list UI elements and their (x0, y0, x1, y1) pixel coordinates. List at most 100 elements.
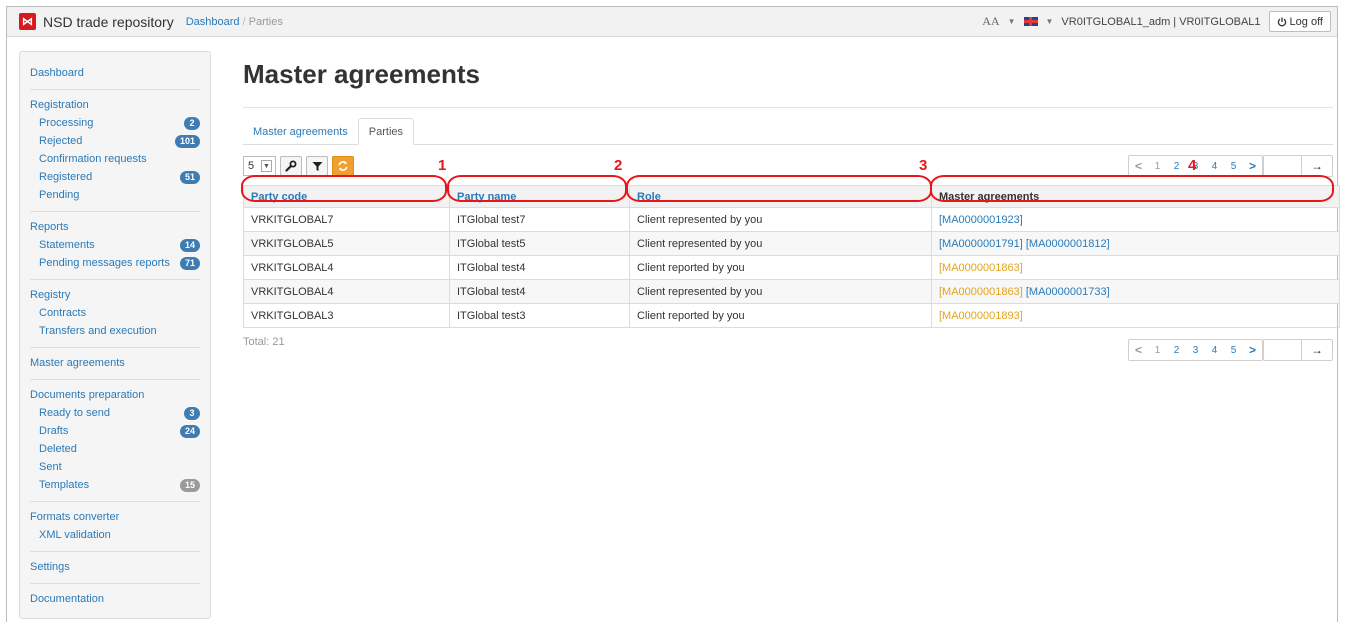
wrench-icon (285, 160, 297, 172)
prev-page-button[interactable]: < (1129, 340, 1148, 360)
cell-master-agreements: [MA0000001893] (931, 303, 1340, 328)
sidebar-item-statements[interactable]: Statements 14 (30, 236, 200, 254)
cell-party-code: VRKITGLOBAL7 (243, 207, 450, 232)
sidebar-item-pending-messages-reports[interactable]: Pending messages reports 71 (30, 254, 200, 272)
sidebar-item-label: Formats converter (30, 511, 120, 523)
sidebar-item-dashboard[interactable]: Dashboard (30, 64, 200, 82)
annotation-ellipse-party-name (447, 175, 627, 202)
sidebar-item-drafts[interactable]: Drafts 24 (30, 422, 200, 440)
nsd-logo-icon[interactable]: ⋈ (19, 13, 36, 30)
page-button[interactable]: 5 (1224, 156, 1243, 176)
table-row[interactable]: VRKITGLOBAL5 ITGlobal test5 Client represe… (243, 231, 1340, 256)
columns-settings-button[interactable] (280, 156, 302, 176)
master-agreement-link[interactable]: [MA0000001863] (939, 286, 1023, 298)
font-size-icon[interactable]: AA (982, 14, 999, 29)
page-button[interactable]: 1 (1148, 340, 1167, 360)
goto-page-input[interactable] (1264, 156, 1302, 176)
sidebar-item-ready-to-send[interactable]: Ready to send 3 (30, 404, 200, 422)
next-page-button[interactable]: > (1243, 156, 1262, 176)
sidebar-item-formats-converter[interactable]: Formats converter (30, 508, 200, 526)
sidebar-item-transfers-and-execution[interactable]: Transfers and execution (30, 322, 200, 340)
uk-flag-icon[interactable] (1023, 17, 1038, 26)
sidebar-group: Reports Statements 14 Pending messages repo… (30, 212, 200, 280)
cell-role: Client represented by you (629, 207, 932, 232)
sidebar-item-reports[interactable]: Reports (30, 218, 200, 236)
sidebar-group: Registration Processing 2 Rejected 101 Confir… (30, 90, 200, 212)
sidebar-item-label: Registry (30, 289, 71, 301)
page-button[interactable]: 2 (1167, 340, 1186, 360)
sidebar-item-registry[interactable]: Registry (30, 286, 200, 304)
cell-master-agreements: [MA0000001791] [MA0000001812] (931, 231, 1340, 256)
brand-title[interactable]: NSD trade repository (43, 14, 174, 30)
sidebar-item-label: XML validation (39, 529, 111, 541)
sidebar-item-documents-preparation[interactable]: Documents preparation (30, 386, 200, 404)
power-icon (1277, 17, 1286, 26)
page-button[interactable]: 5 (1224, 340, 1243, 360)
goto-page: → (1263, 155, 1333, 177)
master-agreement-link[interactable]: [MA0000001893] (939, 310, 1023, 322)
cell-party-name: ITGlobal test5 (449, 231, 630, 256)
page-title: Master agreements (243, 59, 480, 89)
chevron-down-icon[interactable]: ▼ (1046, 17, 1054, 26)
page-button[interactable]: 1 (1148, 156, 1167, 176)
count-badge: 24 (179, 424, 200, 438)
table-row[interactable]: VRKITGLOBAL4 ITGlobal test4 Client represe… (243, 279, 1340, 304)
sidebar-item-pending[interactable]: Pending (30, 186, 200, 204)
sidebar-item-contracts[interactable]: Contracts (30, 304, 200, 322)
sidebar-item-rejected[interactable]: Rejected 101 (30, 132, 200, 150)
table-row[interactable]: VRKITGLOBAL7 ITGlobal test7 Client represe… (243, 207, 1340, 232)
goto-page-button[interactable]: → (1302, 340, 1332, 360)
sidebar-item-label: Pending messages reports (39, 257, 170, 269)
sidebar-item-sent[interactable]: Sent (30, 458, 200, 476)
sidebar-item-label: Pending (39, 189, 80, 201)
sidebar-item-settings[interactable]: Settings (30, 558, 200, 576)
title-divider (243, 107, 1333, 108)
master-agreement-link[interactable]: [MA0000001733] (1026, 286, 1110, 298)
page-button[interactable]: 4 (1205, 156, 1224, 176)
count-badge: 14 (179, 238, 200, 252)
cell-party-name: ITGlobal test7 (449, 207, 630, 232)
sidebar-item-confirmation-requests[interactable]: Confirmation requests (30, 150, 200, 168)
master-agreement-link[interactable]: [MA0000001791] (939, 238, 1023, 250)
next-page-button[interactable]: > (1243, 340, 1262, 360)
page-button[interactable]: 3 (1186, 340, 1205, 360)
goto-page-button[interactable]: → (1302, 156, 1332, 176)
count-badge: 2 (184, 116, 200, 130)
sidebar-group: Master agreements (30, 348, 200, 380)
tab-parties[interactable]: Parties (357, 118, 415, 145)
sidebar-item-label: Dashboard (30, 67, 84, 79)
master-agreement-link[interactable]: [MA0000001812] (1026, 238, 1110, 250)
table-row[interactable]: VRKITGLOBAL3 ITGlobal test3 Client reporte… (243, 303, 1340, 328)
master-agreement-link[interactable]: [MA0000001863] (939, 262, 1023, 274)
sidebar-item-templates[interactable]: Templates 15 (30, 476, 200, 494)
count-badge: 3 (184, 406, 200, 420)
cell-party-code: VRKITGLOBAL4 (243, 279, 450, 304)
breadcrumb-dashboard-link[interactable]: Dashboard (186, 16, 240, 28)
filter-button[interactable] (306, 156, 328, 176)
page-size-select[interactable]: 5 ▼ (243, 156, 276, 176)
sidebar-item-registered[interactable]: Registered 51 (30, 168, 200, 186)
page-button[interactable]: 2 (1167, 156, 1186, 176)
tab-master-agreements[interactable]: Master agreements (243, 118, 358, 145)
sidebar-item-documentation[interactable]: Documentation (30, 590, 200, 608)
sidebar-item-label: Settings (30, 561, 70, 573)
table-row[interactable]: VRKITGLOBAL4 ITGlobal test4 Client reporte… (243, 255, 1340, 280)
logoff-button[interactable]: Log off (1268, 11, 1331, 32)
annotation-marker-4: 4 (1188, 157, 1197, 174)
table-footer: Total: 21 < 1 2 3 4 5 > → (243, 334, 1339, 364)
sidebar-item-master-agreements[interactable]: Master agreements (30, 354, 200, 372)
master-agreement-link[interactable]: [MA0000001923] (939, 214, 1023, 226)
sidebar: Dashboard Registration Processing 2 Rejected… (19, 51, 211, 619)
chevron-down-icon[interactable]: ▼ (1008, 17, 1016, 26)
sidebar-item-registration[interactable]: Registration (30, 96, 200, 114)
sidebar-item-processing[interactable]: Processing 2 (30, 114, 200, 132)
sidebar-item-label: Deleted (39, 443, 77, 455)
cell-party-name: ITGlobal test4 (449, 255, 630, 280)
goto-page-input[interactable] (1264, 340, 1302, 360)
sidebar-item-xml-validation[interactable]: XML validation (30, 526, 200, 544)
page-button[interactable]: 4 (1205, 340, 1224, 360)
sidebar-item-deleted[interactable]: Deleted (30, 440, 200, 458)
refresh-button[interactable] (332, 156, 354, 176)
count-badge: 101 (174, 134, 200, 148)
prev-page-button[interactable]: < (1129, 156, 1148, 176)
